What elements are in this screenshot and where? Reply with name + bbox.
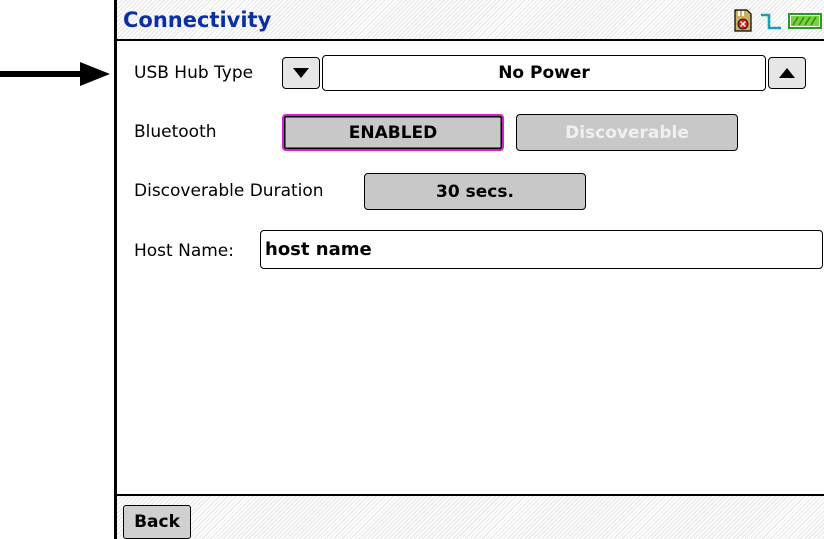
host-name-label: Host Name: (134, 241, 234, 261)
back-button[interactable]: Back (123, 505, 191, 539)
title-bar: Connectivity (117, 0, 824, 41)
battery-icon (788, 13, 822, 29)
page-title: Connectivity (123, 8, 272, 32)
device-screen: Connectivity USB Hub Type No Power Bluet… (114, 0, 824, 539)
pointer-arrow-icon (0, 62, 110, 86)
triangle-down-icon (293, 68, 309, 78)
usb-hub-type-value[interactable]: No Power (322, 55, 766, 91)
sd-card-error-icon (734, 9, 752, 32)
usb-hub-next-button[interactable] (768, 57, 806, 89)
discoverable-button[interactable]: Discoverable (516, 114, 738, 151)
usb-hub-prev-button[interactable] (282, 57, 320, 89)
bluetooth-label: Bluetooth (134, 122, 217, 142)
usb-hub-type-label: USB Hub Type (134, 63, 254, 83)
bluetooth-enabled-button[interactable]: ENABLED (282, 114, 504, 151)
discoverable-duration-label: Discoverable Duration (134, 181, 324, 201)
host-name-input[interactable]: host name (260, 230, 823, 269)
triangle-up-icon (779, 68, 795, 78)
bottom-toolbar: Back (117, 494, 824, 539)
signal-pulse-icon (761, 13, 781, 30)
discoverable-duration-button[interactable]: 30 secs. (364, 173, 586, 210)
